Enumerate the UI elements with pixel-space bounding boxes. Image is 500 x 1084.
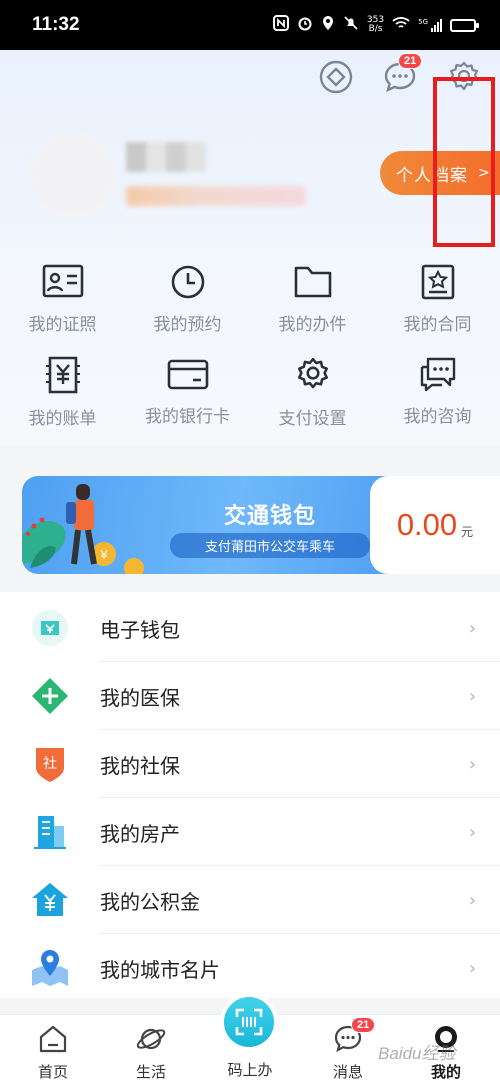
- service-label: 我的办件: [278, 315, 347, 335]
- wallet-subtitle: 支付莆田市公交车乘车: [170, 533, 370, 558]
- wifi-icon: [392, 16, 410, 34]
- transit-wallet-banner[interactable]: ¥ 交通钱包 支付莆田市公交车乘车 0.00 元: [22, 476, 500, 574]
- service-label: 我的合同: [403, 315, 472, 335]
- social-security-icon: 社: [36, 748, 64, 782]
- tab-home-label: 首页: [37, 1063, 68, 1081]
- five-g-label: 5G: [418, 18, 428, 26]
- service-my-cases[interactable]: 我的办件: [250, 264, 375, 335]
- service-label: 我的证照: [28, 315, 97, 335]
- list-item-label: 我的社保: [100, 753, 180, 778]
- clock-icon: [171, 265, 204, 299]
- consult-icon: [420, 357, 455, 392]
- services-list: 电子钱包 › 我的医保 › 社 我的社保 › 我的房产 › 我的公积金 › 我的…: [0, 592, 500, 998]
- building-icon: [34, 816, 66, 849]
- scan-card-icon[interactable]: [318, 59, 354, 95]
- user-id-redacted: [126, 186, 306, 206]
- service-my-bank-cards[interactable]: 我的银行卡: [125, 356, 250, 427]
- list-item-label: 我的医保: [100, 685, 180, 710]
- net-speed: 353 B/s: [367, 16, 384, 34]
- bank-card-icon: [167, 359, 208, 390]
- chevron-right-icon: ›: [468, 957, 476, 979]
- messages-badge: 21: [398, 53, 423, 69]
- chevron-right-icon: ›: [468, 753, 476, 775]
- tab-mine-label: 我的: [430, 1063, 461, 1081]
- scan-code-button[interactable]: [220, 993, 278, 1051]
- bottom-tab-bar: 首页 生活 码上办 21 消息 我的 Baidu经验: [0, 993, 500, 1084]
- list-item-label: 我的城市名片: [100, 957, 220, 982]
- list-item-medical-insurance[interactable]: 我的医保 ›: [0, 662, 500, 730]
- chevron-right-icon: ›: [468, 617, 476, 639]
- user-name-redacted: [126, 142, 206, 172]
- list-item-city-card[interactable]: 我的城市名片 ›: [0, 934, 500, 1002]
- tab-scan-label[interactable]: 码上办: [200, 1059, 300, 1080]
- list-item-label: 电子钱包: [100, 617, 180, 642]
- chevron-right-icon: ›: [468, 685, 476, 707]
- mute-icon: [343, 15, 359, 35]
- scan-icon: [235, 1008, 263, 1036]
- messages-icon[interactable]: 21: [382, 53, 423, 95]
- list-item-e-wallet[interactable]: 电子钱包 ›: [0, 594, 500, 662]
- tab-messages-badge: 21: [351, 1017, 376, 1033]
- status-bar: 11:32 353 B/s 5G: [0, 0, 500, 50]
- service-my-appointments[interactable]: 我的预约: [125, 264, 250, 335]
- nfc-icon: [272, 15, 289, 35]
- service-label: 我的咨询: [403, 407, 472, 427]
- list-item-label: 我的公积金: [100, 889, 200, 914]
- signal-icon: 5G: [418, 18, 442, 32]
- profile-header: 21 个人档案 > 我的证照 我的预约 我的办件 我的合同 我的账单 我的银行卡…: [0, 50, 500, 446]
- status-time: 11:32: [32, 14, 80, 35]
- tab-messages-label: 消息: [332, 1063, 363, 1081]
- service-label: 我的预约: [153, 315, 222, 335]
- tab-life[interactable]: 生活: [101, 1015, 201, 1084]
- service-my-contracts[interactable]: 我的合同: [375, 264, 500, 335]
- service-label: 我的银行卡: [145, 407, 230, 427]
- wallet-unit: 元: [461, 524, 474, 539]
- chevron-right-icon: ›: [468, 889, 476, 911]
- battery-icon: [450, 18, 479, 32]
- wallet-title: 交通钱包: [223, 504, 316, 529]
- svg-text:¥: ¥: [99, 547, 108, 562]
- wallet-balance-panel: 0.00 元: [370, 476, 500, 574]
- planet-icon: [136, 1028, 166, 1050]
- service-label: 支付设置: [278, 409, 347, 429]
- service-my-consultations[interactable]: 我的咨询: [375, 356, 500, 427]
- service-my-licenses[interactable]: 我的证照: [0, 264, 125, 335]
- folder-icon: [294, 266, 331, 298]
- city-card-icon: [32, 950, 68, 986]
- list-item-housing-fund[interactable]: 我的公积金 ›: [0, 866, 500, 934]
- service-my-bills[interactable]: 我的账单: [0, 356, 125, 429]
- service-label: 我的账单: [28, 409, 97, 429]
- avatar[interactable]: [30, 132, 116, 218]
- tab-life-label: 生活: [135, 1063, 166, 1081]
- svg-text:社: 社: [43, 756, 57, 772]
- net-speed-unit: B/s: [368, 24, 383, 34]
- traveler-illustration: ¥: [22, 484, 144, 574]
- contract-icon: [421, 264, 454, 300]
- alarm-icon: [297, 15, 313, 35]
- tab-home[interactable]: 首页: [3, 1015, 103, 1084]
- id-card-icon: [42, 264, 83, 298]
- chevron-right-icon: ›: [468, 821, 476, 843]
- gear-icon: [297, 357, 328, 389]
- watermark: Baidu经验: [378, 1044, 456, 1063]
- medical-insurance-icon: [32, 678, 68, 714]
- list-item-social-security[interactable]: 社 我的社保 ›: [0, 730, 500, 798]
- location-icon: [321, 15, 335, 35]
- list-item-label: 我的房产: [100, 821, 180, 846]
- housing-fund-icon: [32, 883, 68, 916]
- wallet-amount: 0.00: [396, 507, 458, 542]
- home-icon: [39, 1025, 67, 1053]
- bill-icon: [45, 356, 80, 394]
- status-icons: 353 B/s 5G: [272, 15, 479, 35]
- highlight-box: [433, 77, 495, 247]
- list-item-property[interactable]: 我的房产 ›: [0, 798, 500, 866]
- service-payment-settings[interactable]: 支付设置: [250, 356, 375, 429]
- e-wallet-icon: [32, 610, 68, 646]
